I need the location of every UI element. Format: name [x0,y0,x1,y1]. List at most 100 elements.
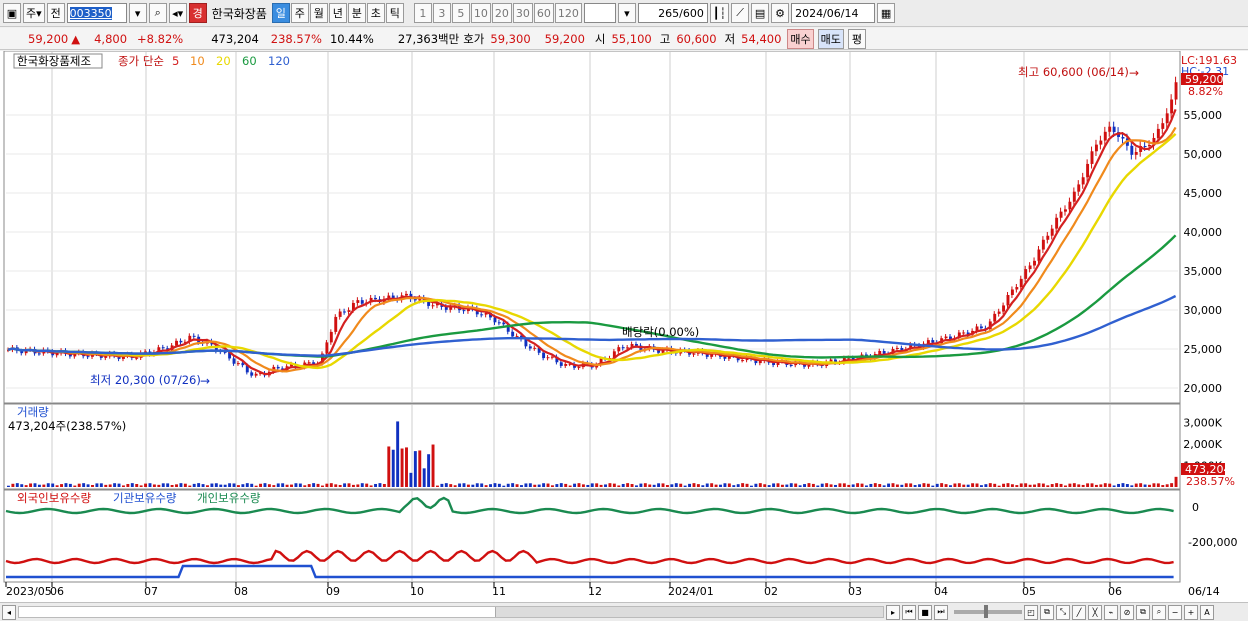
volume-bar [1046,485,1050,487]
candle-icon[interactable]: ┃┆ [709,3,730,23]
last-icon[interactable]: ⏭ [934,604,948,620]
volume-bar [475,483,479,487]
save-icon[interactable]: ▤ [751,3,770,23]
ma-legend-10: 10 [190,54,205,68]
tool-icon-6[interactable]: ⌁ [1104,604,1118,620]
interval-tab-20[interactable]: 20 [491,3,512,23]
volume-bar [95,483,99,487]
volume-bar [979,485,983,487]
interval-field[interactable] [583,3,616,23]
candle-body [617,347,621,352]
date-field[interactable]: 2024/06/14 [791,3,876,23]
indicator-badge-label: 경 [192,7,203,20]
volume-bar [719,484,722,487]
volume-bar [86,484,90,487]
volume-ratio: 238.57% [270,31,322,46]
tool-icon-1[interactable]: ◰ [1024,604,1038,620]
price-y-tick: 20,000 [1184,382,1223,395]
interval-tab-5[interactable]: 5 [451,3,470,23]
tool-icon-7[interactable]: ⊘ [1120,604,1134,620]
tool-icon-2[interactable]: ⧉ [1040,604,1054,620]
gear-icon[interactable]: ⚙ [771,3,790,23]
sound-icon[interactable]: ◂▾ [168,3,187,23]
period-tab-6[interactable]: 틱 [385,3,404,23]
period-tab-0[interactable]: 일 [271,3,290,23]
volume-bar [816,485,820,487]
volume-bar [750,485,753,487]
volume-bar [679,483,683,487]
calendar-icon[interactable]: ▦ [877,3,896,23]
buy-button[interactable]: 매수 [787,28,814,49]
volume-bar [1077,484,1081,487]
indicator-badge[interactable]: 경 [188,3,207,23]
first-icon[interactable]: ⏮ [902,604,916,620]
period-tab-3[interactable]: 년 [328,3,347,23]
tool-icon-8[interactable]: ⧉ [1136,604,1150,620]
period-tab-2[interactable]: 월 [309,3,328,23]
code-input[interactable]: 003350 [66,3,127,23]
volume-bar [347,483,351,487]
stock-chart[interactable]: 2023/0506 07 08 09 10 11 12 2024/01 02 03 04 05 06 06… [0,50,1248,602]
volume-bar [267,484,271,487]
zoom-out-icon[interactable]: − [1168,604,1182,620]
candle-body [236,363,240,365]
chart-area[interactable]: 2023/05 06 07 08 09 10 11 12 2024/01 02 03 04 05 06 06… [0,50,1248,602]
volume-bar [1059,483,1063,487]
zoom-slider[interactable] [954,605,1022,618]
interval-tab-10[interactable]: 10 [470,3,491,23]
zoom-slider-handle[interactable] [984,605,988,618]
search-icon[interactable]: ⌕ [148,3,167,23]
volume-bar [847,484,851,487]
tool-icon-3[interactable]: ⤡ [1056,604,1070,620]
scroll-right-icon[interactable]: ▸ [886,604,900,620]
zoom-in-icon[interactable]: + [1184,604,1198,620]
candle-body [1028,265,1032,270]
volume-bar [732,485,736,487]
stop-icon[interactable]: ■ [918,604,932,620]
volume-bar [674,483,678,487]
period-tab-1[interactable]: 주 [290,3,309,23]
volume-bar [104,484,108,487]
tool-icon-5[interactable]: ╳ [1088,604,1102,620]
interval-dropdown-icon[interactable]: ▾ [617,3,636,23]
scroll-track[interactable] [18,606,884,618]
crosshair-icon[interactable]: ⟋ [731,3,750,23]
interval-tab-1[interactable]: 1 [413,3,432,23]
volume-bar [1125,484,1129,487]
scroll-bar[interactable]: ◂ ▸ ⏮ ■ ⏭ ◰ ⧉ ⤡ ╱ ╳ ⌁ ⊘ ⧉ ⌕ − + A [0,602,1248,621]
candle-body [993,313,997,322]
volume-bar [471,484,475,487]
candle-body [895,347,899,349]
eval-button[interactable]: 평 [847,28,866,49]
period-tab-5[interactable]: 초 [366,3,385,23]
volume-bar [369,485,373,487]
interval-tab-60[interactable]: 60 [533,3,554,23]
volume-bar [170,485,174,487]
candle-body [515,335,519,337]
count-field[interactable]: 265/600 [637,3,708,23]
magnifier-icon[interactable]: ⌕ [1152,604,1166,620]
period-tab-4[interactable]: 분 [347,3,366,23]
interval-tab-30[interactable]: 30 [512,3,533,23]
volume-bar [1072,483,1076,487]
tool-icon-4[interactable]: ╱ [1072,604,1086,620]
scroll-left-icon[interactable]: ◂ [2,604,16,620]
scroll-thumb[interactable] [495,607,883,617]
candle-body [241,363,245,366]
volume-bar [126,483,130,487]
prev-button[interactable]: 전 [46,3,65,23]
volume-bar [997,485,1001,487]
volume-bar [1134,483,1138,487]
interval-tab-120[interactable]: 120 [554,3,582,23]
volume-bar [405,447,408,487]
volume-bar [192,483,196,487]
volume-bar [285,484,289,487]
candle-body [1077,184,1081,192]
volume-info: 473,204주(238.57%) [8,419,126,433]
sell-button[interactable]: 매도 [817,28,844,49]
code-dropdown-icon[interactable]: ▾ [128,3,147,23]
font-icon[interactable]: A [1200,604,1214,620]
chart-menu-icon[interactable]: ▣ [3,3,21,23]
interval-tab-3[interactable]: 3 [432,3,451,23]
type-select[interactable]: 주 ▾ [23,3,45,23]
